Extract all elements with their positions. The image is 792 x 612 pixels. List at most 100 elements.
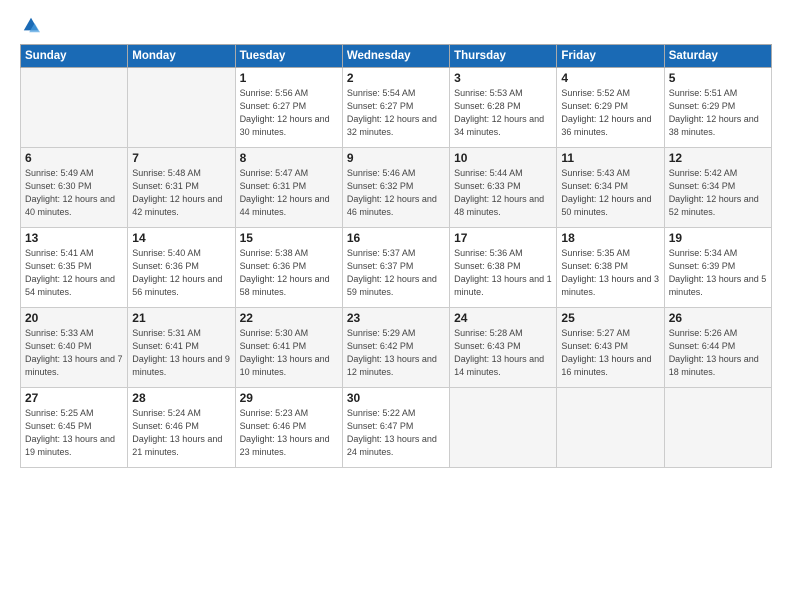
day-info: Sunrise: 5:44 AM Sunset: 6:33 PM Dayligh…: [454, 167, 552, 219]
day-info: Sunrise: 5:24 AM Sunset: 6:46 PM Dayligh…: [132, 407, 230, 459]
day-info: Sunrise: 5:47 AM Sunset: 6:31 PM Dayligh…: [240, 167, 338, 219]
day-number: 17: [454, 231, 552, 245]
day-info: Sunrise: 5:42 AM Sunset: 6:34 PM Dayligh…: [669, 167, 767, 219]
calendar-cell: 18 Sunrise: 5:35 AM Sunset: 6:38 PM Dayli…: [557, 228, 664, 308]
day-info: Sunrise: 5:29 AM Sunset: 6:42 PM Dayligh…: [347, 327, 445, 379]
day-info: Sunrise: 5:46 AM Sunset: 6:32 PM Dayligh…: [347, 167, 445, 219]
day-info: Sunrise: 5:31 AM Sunset: 6:41 PM Dayligh…: [132, 327, 230, 379]
day-number: 19: [669, 231, 767, 245]
day-info: Sunrise: 5:41 AM Sunset: 6:35 PM Dayligh…: [25, 247, 123, 299]
calendar-cell: 30 Sunrise: 5:22 AM Sunset: 6:47 PM Dayli…: [342, 388, 449, 468]
day-info: Sunrise: 5:33 AM Sunset: 6:40 PM Dayligh…: [25, 327, 123, 379]
day-info: Sunrise: 5:40 AM Sunset: 6:36 PM Dayligh…: [132, 247, 230, 299]
day-info: Sunrise: 5:30 AM Sunset: 6:41 PM Dayligh…: [240, 327, 338, 379]
day-info: Sunrise: 5:27 AM Sunset: 6:43 PM Dayligh…: [561, 327, 659, 379]
day-info: Sunrise: 5:35 AM Sunset: 6:38 PM Dayligh…: [561, 247, 659, 299]
calendar-cell: 16 Sunrise: 5:37 AM Sunset: 6:37 PM Dayli…: [342, 228, 449, 308]
day-number: 3: [454, 71, 552, 85]
calendar-cell: 3 Sunrise: 5:53 AM Sunset: 6:28 PM Daylig…: [450, 68, 557, 148]
day-number: 6: [25, 151, 123, 165]
calendar-cell: 17 Sunrise: 5:36 AM Sunset: 6:38 PM Dayli…: [450, 228, 557, 308]
day-number: 25: [561, 311, 659, 325]
calendar-week-row: 20 Sunrise: 5:33 AM Sunset: 6:40 PM Dayli…: [21, 308, 772, 388]
calendar-cell: 15 Sunrise: 5:38 AM Sunset: 6:36 PM Dayli…: [235, 228, 342, 308]
day-number: 21: [132, 311, 230, 325]
calendar-cell: 13 Sunrise: 5:41 AM Sunset: 6:35 PM Dayli…: [21, 228, 128, 308]
day-info: Sunrise: 5:51 AM Sunset: 6:29 PM Dayligh…: [669, 87, 767, 139]
day-info: Sunrise: 5:28 AM Sunset: 6:43 PM Dayligh…: [454, 327, 552, 379]
calendar-cell: 6 Sunrise: 5:49 AM Sunset: 6:30 PM Daylig…: [21, 148, 128, 228]
calendar-header-thursday: Thursday: [450, 45, 557, 68]
day-info: Sunrise: 5:38 AM Sunset: 6:36 PM Dayligh…: [240, 247, 338, 299]
header: [20, 16, 772, 34]
day-number: 1: [240, 71, 338, 85]
calendar-cell: 27 Sunrise: 5:25 AM Sunset: 6:45 PM Dayli…: [21, 388, 128, 468]
calendar-week-row: 1 Sunrise: 5:56 AM Sunset: 6:27 PM Daylig…: [21, 68, 772, 148]
day-info: Sunrise: 5:49 AM Sunset: 6:30 PM Dayligh…: [25, 167, 123, 219]
calendar-cell: 20 Sunrise: 5:33 AM Sunset: 6:40 PM Dayli…: [21, 308, 128, 388]
day-info: Sunrise: 5:25 AM Sunset: 6:45 PM Dayligh…: [25, 407, 123, 459]
calendar-table: SundayMondayTuesdayWednesdayThursdayFrid…: [20, 44, 772, 468]
day-number: 18: [561, 231, 659, 245]
day-number: 4: [561, 71, 659, 85]
day-number: 20: [25, 311, 123, 325]
calendar-cell: 10 Sunrise: 5:44 AM Sunset: 6:33 PM Dayli…: [450, 148, 557, 228]
day-number: 27: [25, 391, 123, 405]
day-number: 16: [347, 231, 445, 245]
day-info: Sunrise: 5:22 AM Sunset: 6:47 PM Dayligh…: [347, 407, 445, 459]
day-number: 9: [347, 151, 445, 165]
day-number: 14: [132, 231, 230, 245]
calendar-week-row: 6 Sunrise: 5:49 AM Sunset: 6:30 PM Daylig…: [21, 148, 772, 228]
calendar-header-saturday: Saturday: [664, 45, 771, 68]
calendar-cell: 26Sunrise: 5:26 AM Sunset: 6:44 PM Dayli…: [664, 308, 771, 388]
calendar-cell: 25 Sunrise: 5:27 AM Sunset: 6:43 PM Dayli…: [557, 308, 664, 388]
calendar-header-monday: Monday: [128, 45, 235, 68]
calendar-header-tuesday: Tuesday: [235, 45, 342, 68]
calendar-week-row: 27 Sunrise: 5:25 AM Sunset: 6:45 PM Dayli…: [21, 388, 772, 468]
logo: [20, 16, 40, 34]
day-info: Sunrise: 5:34 AM Sunset: 6:39 PM Dayligh…: [669, 247, 767, 299]
day-info: Sunrise: 5:36 AM Sunset: 6:38 PM Dayligh…: [454, 247, 552, 299]
page: SundayMondayTuesdayWednesdayThursdayFrid…: [0, 0, 792, 612]
logo-icon: [22, 16, 40, 34]
calendar-cell: 1 Sunrise: 5:56 AM Sunset: 6:27 PM Daylig…: [235, 68, 342, 148]
day-info: Sunrise: 5:37 AM Sunset: 6:37 PM Dayligh…: [347, 247, 445, 299]
day-number: 28: [132, 391, 230, 405]
day-number: 22: [240, 311, 338, 325]
day-info: Sunrise: 5:53 AM Sunset: 6:28 PM Dayligh…: [454, 87, 552, 139]
calendar-cell: 24Sunrise: 5:28 AM Sunset: 6:43 PM Dayli…: [450, 308, 557, 388]
day-number: 10: [454, 151, 552, 165]
calendar-cell: 19 Sunrise: 5:34 AM Sunset: 6:39 PM Dayli…: [664, 228, 771, 308]
calendar-header-wednesday: Wednesday: [342, 45, 449, 68]
calendar-week-row: 13 Sunrise: 5:41 AM Sunset: 6:35 PM Dayli…: [21, 228, 772, 308]
day-info: Sunrise: 5:48 AM Sunset: 6:31 PM Dayligh…: [132, 167, 230, 219]
calendar-cell: 14 Sunrise: 5:40 AM Sunset: 6:36 PM Dayli…: [128, 228, 235, 308]
calendar-header-sunday: Sunday: [21, 45, 128, 68]
day-number: 23: [347, 311, 445, 325]
calendar-cell: 22 Sunrise: 5:30 AM Sunset: 6:41 PM Dayli…: [235, 308, 342, 388]
calendar-cell: 11Sunrise: 5:43 AM Sunset: 6:34 PM Dayli…: [557, 148, 664, 228]
day-number: 26: [669, 311, 767, 325]
day-number: 2: [347, 71, 445, 85]
calendar-cell: 23 Sunrise: 5:29 AM Sunset: 6:42 PM Dayli…: [342, 308, 449, 388]
calendar-cell: 5Sunrise: 5:51 AM Sunset: 6:29 PM Daylig…: [664, 68, 771, 148]
day-number: 7: [132, 151, 230, 165]
calendar-cell: 12 Sunrise: 5:42 AM Sunset: 6:34 PM Dayli…: [664, 148, 771, 228]
calendar-cell: 2Sunrise: 5:54 AM Sunset: 6:27 PM Daylig…: [342, 68, 449, 148]
day-info: Sunrise: 5:52 AM Sunset: 6:29 PM Dayligh…: [561, 87, 659, 139]
calendar-cell: [557, 388, 664, 468]
calendar-cell: [450, 388, 557, 468]
day-number: 12: [669, 151, 767, 165]
calendar-cell: 29Sunrise: 5:23 AM Sunset: 6:46 PM Dayli…: [235, 388, 342, 468]
day-number: 15: [240, 231, 338, 245]
day-info: Sunrise: 5:56 AM Sunset: 6:27 PM Dayligh…: [240, 87, 338, 139]
calendar-cell: 28 Sunrise: 5:24 AM Sunset: 6:46 PM Dayli…: [128, 388, 235, 468]
calendar-cell: 8Sunrise: 5:47 AM Sunset: 6:31 PM Daylig…: [235, 148, 342, 228]
calendar-cell: 7 Sunrise: 5:48 AM Sunset: 6:31 PM Daylig…: [128, 148, 235, 228]
calendar-header-row: SundayMondayTuesdayWednesdayThursdayFrid…: [21, 45, 772, 68]
calendar-cell: 4 Sunrise: 5:52 AM Sunset: 6:29 PM Daylig…: [557, 68, 664, 148]
calendar-cell: 9 Sunrise: 5:46 AM Sunset: 6:32 PM Daylig…: [342, 148, 449, 228]
day-number: 13: [25, 231, 123, 245]
calendar-cell: [21, 68, 128, 148]
day-number: 30: [347, 391, 445, 405]
